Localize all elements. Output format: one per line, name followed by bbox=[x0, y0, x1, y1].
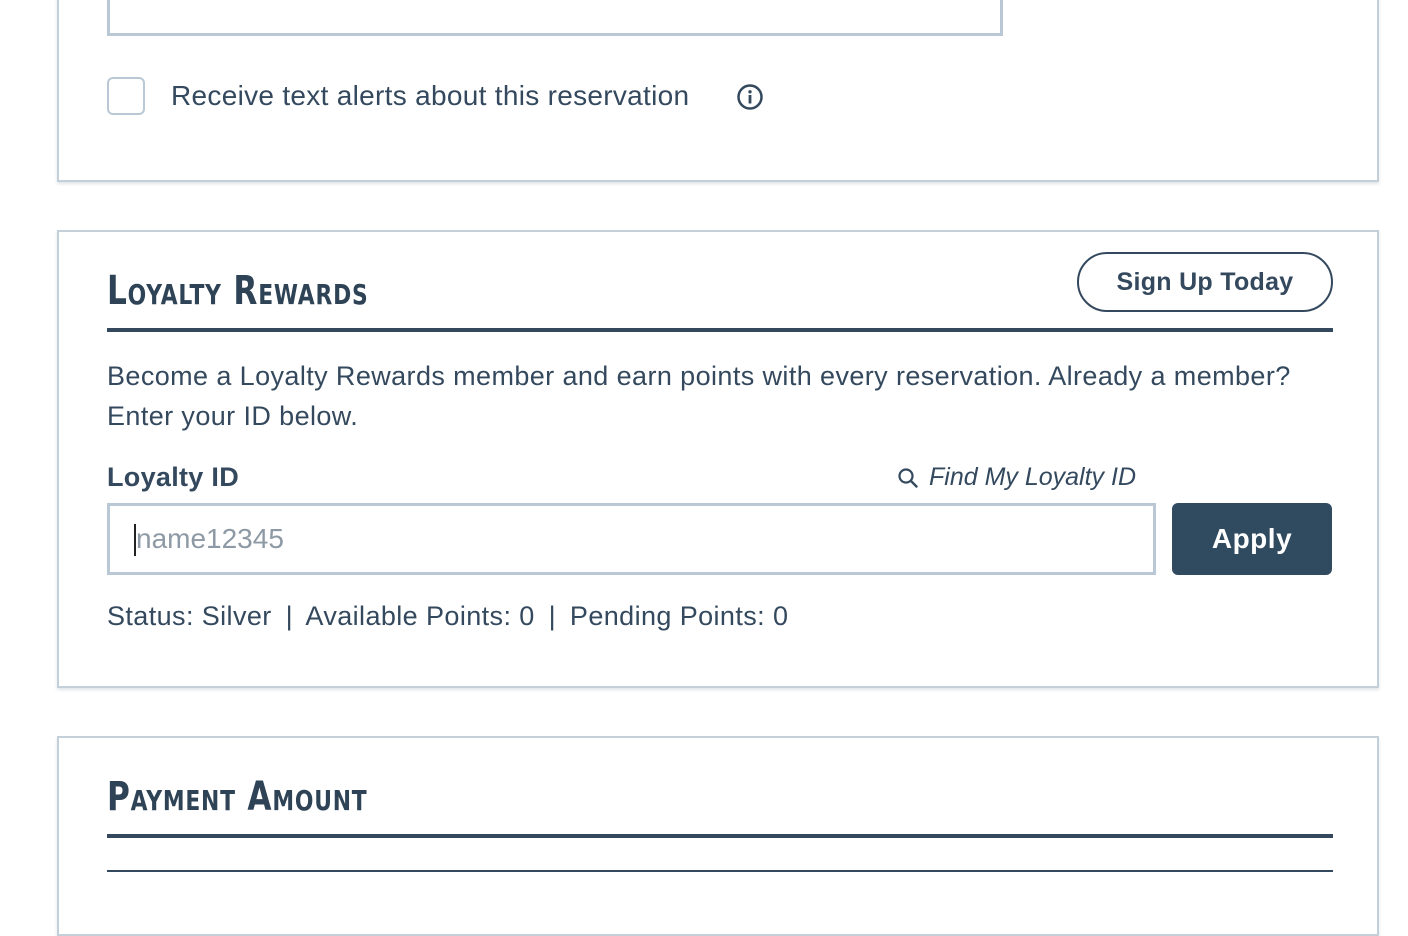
loyalty-id-label: Loyalty ID bbox=[107, 462, 240, 492]
loyalty-description: Become a Loyalty Rewards member and earn… bbox=[107, 361, 1291, 431]
loyalty-rewards-title: Loyalty Rewards bbox=[107, 268, 369, 314]
loyalty-title-divider bbox=[107, 328, 1333, 332]
status-separator: | bbox=[285, 601, 293, 631]
loyalty-id-input[interactable] bbox=[107, 503, 1156, 575]
find-my-loyalty-id-link[interactable]: Find My Loyalty ID bbox=[897, 463, 1136, 492]
find-my-loyalty-id-label: Find My Loyalty ID bbox=[929, 463, 1137, 491]
text-alerts-checkbox[interactable] bbox=[107, 77, 145, 115]
status-separator: | bbox=[548, 601, 556, 631]
apply-button[interactable]: Apply bbox=[1172, 503, 1332, 575]
text-alerts-label[interactable]: Receive text alerts about this reservati… bbox=[171, 80, 689, 112]
contact-info-card: 1112223333 Receive text alerts about thi… bbox=[57, 0, 1379, 182]
loyalty-rewards-card: Loyalty Rewards Sign Up Today Become a L… bbox=[57, 230, 1379, 688]
pending-points: Pending Points: 0 bbox=[569, 601, 789, 631]
phone-number-input[interactable]: 1112223333 bbox=[107, 0, 1003, 36]
text-caret bbox=[134, 524, 136, 556]
sign-up-today-button[interactable]: Sign Up Today bbox=[1077, 252, 1333, 312]
search-icon bbox=[898, 467, 918, 488]
payment-title-divider bbox=[107, 834, 1333, 838]
info-circle-icon[interactable] bbox=[736, 83, 764, 111]
available-points: Available Points: 0 bbox=[305, 601, 535, 631]
loyalty-status: Status: Silver bbox=[107, 601, 272, 631]
payment-amount-card: Payment Amount bbox=[57, 736, 1379, 936]
loyalty-status-line: Status: Silver | Available Points: 0 | P… bbox=[107, 601, 788, 632]
payment-amount-title: Payment Amount bbox=[107, 774, 368, 820]
